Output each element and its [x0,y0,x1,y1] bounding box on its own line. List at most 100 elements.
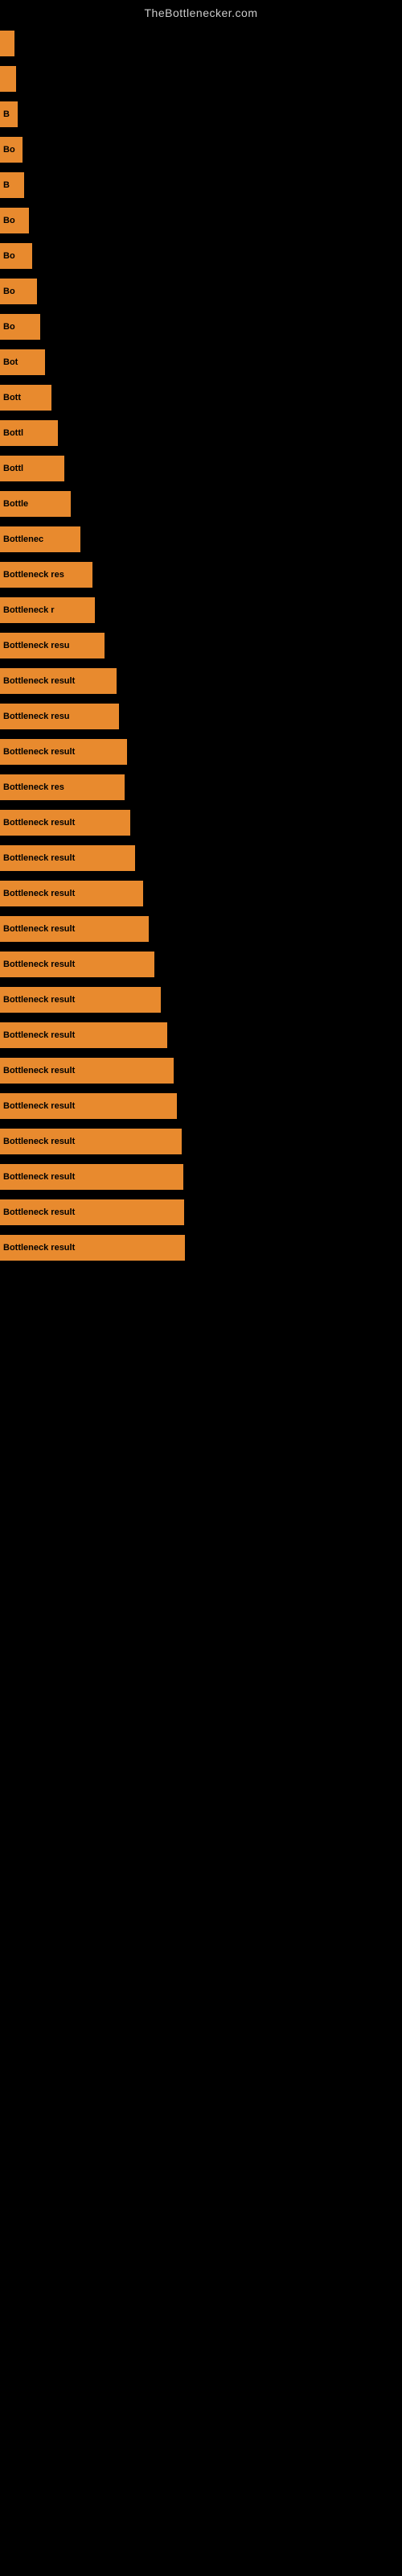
bar-row: Bottleneck result [0,1093,402,1119]
progress-bar: Bottleneck res [0,774,125,800]
progress-bar: Bottleneck result [0,810,130,836]
bar-label: Bottleneck res [3,570,64,580]
bar-label: Bott [3,393,21,402]
bar-label: Bottleneck res [3,782,64,792]
bar-label: Bottleneck result [3,924,75,934]
bar-row: Bottleneck result [0,987,402,1013]
progress-bar: Bottleneck result [0,1199,184,1225]
bar-row: Bottleneck result [0,1129,402,1154]
bar-row: Bottleneck resu [0,633,402,658]
bar-label: Bo [3,287,15,296]
bar-label: Bottleneck result [3,1172,75,1182]
bar-label: Bottleneck result [3,1208,75,1217]
progress-bar: Bo [0,314,40,340]
progress-bar: Bottleneck r [0,597,95,623]
bar-row: Bo [0,243,402,269]
bar-row: Bottleneck result [0,952,402,977]
progress-bar: Bottl [0,420,58,446]
bar-label: Bo [3,216,15,225]
bar-label: B [3,109,10,119]
progress-bar: Bo [0,243,32,269]
bar-label: Bottleneck resu [3,712,70,721]
bar-row: Bot [0,349,402,375]
progress-bar: Bottleneck res [0,562,92,588]
progress-bar: Bo [0,208,29,233]
progress-bar: Bottleneck result [0,1058,174,1084]
bar-label: B [3,180,10,190]
bar-label: Bottleneck result [3,1066,75,1075]
bar-label: Bottl [3,428,23,438]
bar-row: B [0,172,402,198]
progress-bar: Bo [0,279,37,304]
progress-bar: Bott [0,385,51,411]
progress-bar: Bottleneck result [0,916,149,942]
bar-row: Bottleneck result [0,1058,402,1084]
bar-label: Bo [3,322,15,332]
bar-row: Bottleneck result [0,739,402,765]
bar-row: Bottleneck result [0,845,402,871]
bar-label: Bot [3,357,18,367]
progress-bar: Bottleneck result [0,739,127,765]
bar-row [0,31,402,56]
progress-bar: Bo [0,137,23,163]
bar-label: Bottleneck result [3,1243,75,1253]
progress-bar [0,66,16,92]
bar-row: Bottleneck result [0,1199,402,1225]
bar-row: Bottle [0,491,402,517]
progress-bar: Bottleneck resu [0,633,105,658]
bar-row: Bottleneck result [0,810,402,836]
bar-row: Bottleneck resu [0,704,402,729]
progress-bar: Bottleneck result [0,1235,185,1261]
progress-bar: Bottlenec [0,526,80,552]
bar-label: Bottle [3,499,28,509]
progress-bar: Bottleneck result [0,1093,177,1119]
progress-bar: Bottleneck result [0,668,117,694]
progress-bar: Bottleneck resu [0,704,119,729]
progress-bar: Bottleneck result [0,881,143,906]
bar-row: Bottleneck res [0,562,402,588]
bar-label: Bottleneck result [3,747,75,757]
bar-row: Bott [0,385,402,411]
bar-row: Bottleneck result [0,1235,402,1261]
progress-bar: Bottl [0,456,64,481]
bar-row: Bo [0,279,402,304]
bar-row: Bottleneck res [0,774,402,800]
bar-row: Bottleneck result [0,668,402,694]
bar-row: Bottleneck result [0,881,402,906]
bar-label: Bottleneck result [3,818,75,828]
bar-row: Bo [0,137,402,163]
bar-label: Bottlenec [3,535,43,544]
bar-row: Bottleneck result [0,1022,402,1048]
progress-bar [0,31,14,56]
bar-label: Bottleneck result [3,995,75,1005]
bar-row [0,66,402,92]
bar-label: Bo [3,145,15,155]
bar-label: Bottleneck r [3,605,55,615]
bar-label: Bottleneck result [3,1101,75,1111]
progress-bar: Bottleneck result [0,952,154,977]
bar-label: Bottleneck result [3,853,75,863]
bar-label: Bottl [3,464,23,473]
progress-bar: B [0,101,18,127]
bar-row: Bottleneck result [0,916,402,942]
bar-row: Bottlenec [0,526,402,552]
progress-bar: Bottle [0,491,71,517]
bar-row: Bottl [0,420,402,446]
bar-label: Bo [3,251,15,261]
site-title: TheBottlenecker.com [0,0,402,23]
progress-bar: Bottleneck result [0,987,161,1013]
progress-bar: Bottleneck result [0,1164,183,1190]
bar-label: Bottleneck result [3,960,75,969]
bar-row: B [0,101,402,127]
bar-label: Bottleneck result [3,889,75,898]
progress-bar: Bottleneck result [0,845,135,871]
progress-bar: Bottleneck result [0,1129,182,1154]
bar-label: Bottleneck resu [3,641,70,650]
bar-row: Bo [0,314,402,340]
bar-row: Bottleneck r [0,597,402,623]
bar-label: Bottleneck result [3,676,75,686]
progress-bar: B [0,172,24,198]
progress-bar: Bot [0,349,45,375]
progress-bar: Bottleneck result [0,1022,167,1048]
bar-label: Bottleneck result [3,1030,75,1040]
